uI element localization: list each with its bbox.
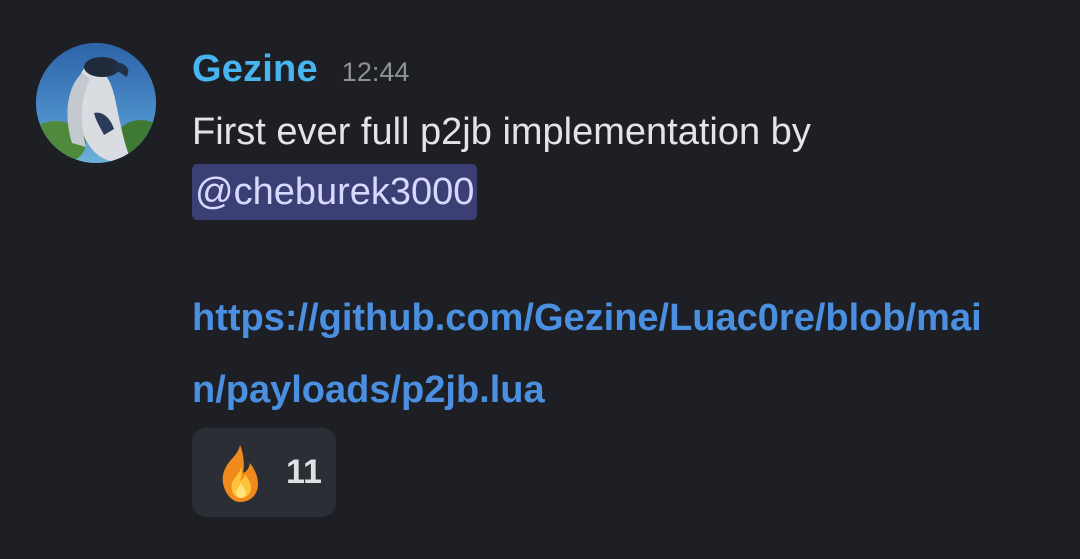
- reaction-count: 11: [286, 453, 322, 491]
- message-text: First ever full p2jb implementation by: [192, 111, 811, 153]
- message-body: First ever full p2jb implementation by @…: [192, 102, 1052, 426]
- user-mention[interactable]: @cheburek3000: [192, 164, 478, 220]
- reaction-button[interactable]: 11: [192, 428, 336, 517]
- fire-icon: [222, 444, 258, 502]
- message-header: Gezine 12:44: [192, 48, 1052, 98]
- message-content: Gezine 12:44 First ever full p2jb implem…: [192, 48, 1052, 426]
- timestamp[interactable]: 12:44: [342, 57, 410, 88]
- chat-message: Gezine 12:44 First ever full p2jb implem…: [0, 0, 1080, 559]
- avatar[interactable]: [36, 43, 156, 163]
- author-name[interactable]: Gezine: [192, 48, 318, 91]
- message-link[interactable]: https://github.com/Gezine/Luac0re/blob/m…: [192, 282, 982, 426]
- avatar-image: [36, 43, 156, 163]
